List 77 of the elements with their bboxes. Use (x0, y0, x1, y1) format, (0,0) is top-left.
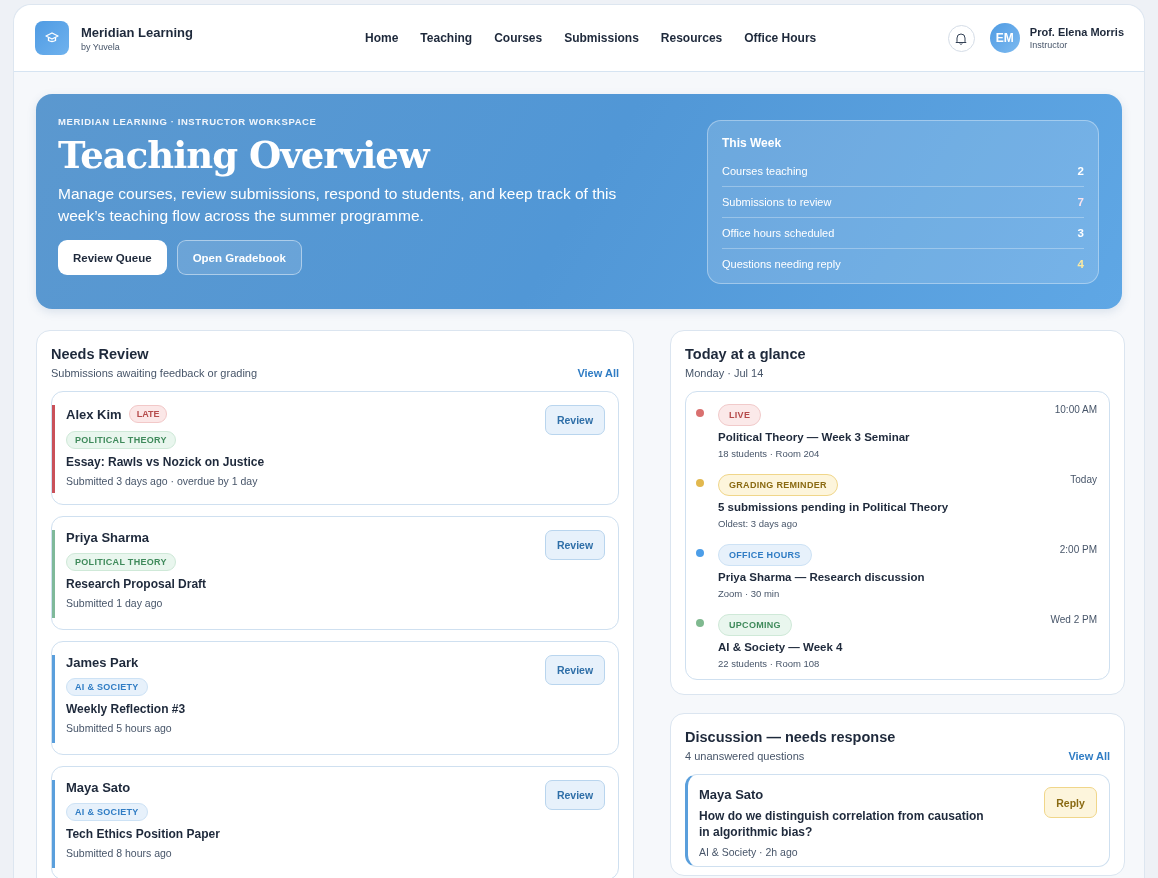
stat-value: 7 (1077, 195, 1084, 208)
student-name: Priya Sharma (66, 530, 150, 545)
student-name: Alex Kim (66, 406, 122, 422)
event-title: Political Theory — Week 3 Seminar (718, 431, 911, 443)
stat-label: Submissions to review (722, 195, 832, 208)
stat-value: 2 (1077, 164, 1084, 177)
stat-label: Courses teaching (722, 164, 808, 177)
submission-title: Research Proposal Draft (66, 577, 207, 591)
notifications-button[interactable] (947, 24, 975, 52)
user-role: Instructor (1029, 40, 1069, 50)
stat-label: Office hours scheduled (722, 226, 835, 239)
nav-link[interactable]: Teaching (420, 27, 473, 49)
submission-meta: Submitted 5 hours ago (66, 722, 172, 734)
event-meta: 18 students · Room 204 (718, 448, 821, 459)
event-meta: 22 students · Room 108 (718, 658, 821, 669)
student-name: Maya Sato (66, 780, 131, 795)
event-time: Wed 2 PM (1050, 614, 1097, 625)
late-badge: LATE (128, 405, 168, 423)
course-tag: AI & SOCIETY (66, 803, 148, 821)
view-all-link[interactable]: View All (1068, 750, 1110, 762)
stat-value: 3 (1077, 226, 1084, 239)
week-title: This Week (722, 135, 783, 150)
course-tag: POLITICAL THEORY (66, 553, 176, 571)
event-time: 2:00 PM (1059, 544, 1097, 555)
review-button[interactable]: Review (545, 780, 605, 810)
panel-title: Discussion — needs response (685, 729, 896, 745)
event-badge: GRADING REMINDER (718, 474, 838, 496)
hero-button[interactable]: Open Gradebook (176, 240, 302, 275)
event-time: Today (1070, 474, 1097, 485)
submission-meta: Submitted 3 days ago · overdue by 1 day (66, 475, 258, 487)
event-meta: Zoom · 30 min (718, 588, 781, 599)
course-tag: POLITICAL THEORY (66, 431, 176, 449)
panel-subtitle: Submissions awaiting feedback or grading (51, 367, 258, 379)
hero-eyebrow: MERIDIAN LEARNING · INSTRUCTOR WORKSPACE (58, 116, 317, 127)
event-badge: UPCOMING (718, 614, 792, 636)
submission-title: Essay: Rawls vs Nozick on Justice (66, 455, 265, 469)
submission-meta: Submitted 8 hours ago (66, 847, 172, 859)
stat-label: Questions needing reply (722, 257, 841, 270)
review-button[interactable]: Review (545, 530, 605, 560)
user-avatar[interactable]: EM (989, 23, 1020, 53)
bell-icon (955, 31, 968, 45)
panel-subtitle: Monday · Jul 14 (685, 367, 765, 379)
student-name: Maya Sato (699, 787, 765, 802)
nav-link[interactable]: Office Hours (744, 27, 817, 49)
stat-value: 4 (1077, 257, 1084, 270)
question-text: How do we distinguish correlation from causation in algorithmic bias? (699, 808, 984, 840)
event-badge: OFFICE HOURS (718, 544, 812, 566)
hero-button[interactable]: Review Queue (58, 240, 167, 275)
nav-link[interactable]: Courses (494, 27, 543, 49)
brand-subtitle: by Yuvela (81, 41, 121, 52)
nav-link[interactable]: Home (365, 27, 399, 49)
student-name: James Park (66, 655, 139, 670)
review-button[interactable]: Review (545, 655, 605, 685)
hero-title: Teaching Overview (58, 133, 429, 177)
submission-title: Tech Ethics Position Paper (66, 827, 220, 841)
panel-title: Needs Review (51, 346, 150, 362)
graduation-cap-icon (35, 21, 69, 55)
event-meta: Oldest: 3 days ago (718, 518, 799, 529)
course-tag: AI & SOCIETY (66, 678, 148, 696)
event-title: 5 submissions pending in Political Theory (718, 501, 950, 513)
event-title: Priya Sharma — Research discussion (718, 571, 926, 583)
nav-link[interactable]: Submissions (564, 27, 639, 49)
panel-subtitle: 4 unanswered questions (685, 750, 806, 762)
brand-name: Meridian Learning (81, 24, 193, 40)
question-meta: AI & Society · 2h ago (699, 846, 799, 858)
event-title: AI & Society — Week 4 (718, 641, 844, 653)
reply-button[interactable]: Reply (1044, 787, 1097, 818)
user-name: Prof. Elena Morris (1029, 26, 1124, 38)
event-time: 10:00 AM (1054, 404, 1097, 415)
event-badge: LIVE (718, 404, 762, 426)
review-button[interactable]: Review (545, 405, 605, 435)
submission-meta: Submitted 1 day ago (66, 597, 163, 609)
hero-description: Manage courses, review submissions, respond to students, and keep track of this week’s teaching flow across the summer programme. (58, 184, 618, 226)
view-all-link[interactable]: View All (577, 367, 619, 379)
nav-link[interactable]: Resources (660, 27, 723, 49)
panel-title: Today at a glance (685, 346, 807, 362)
submission-title: Weekly Reflection #3 (66, 702, 186, 716)
